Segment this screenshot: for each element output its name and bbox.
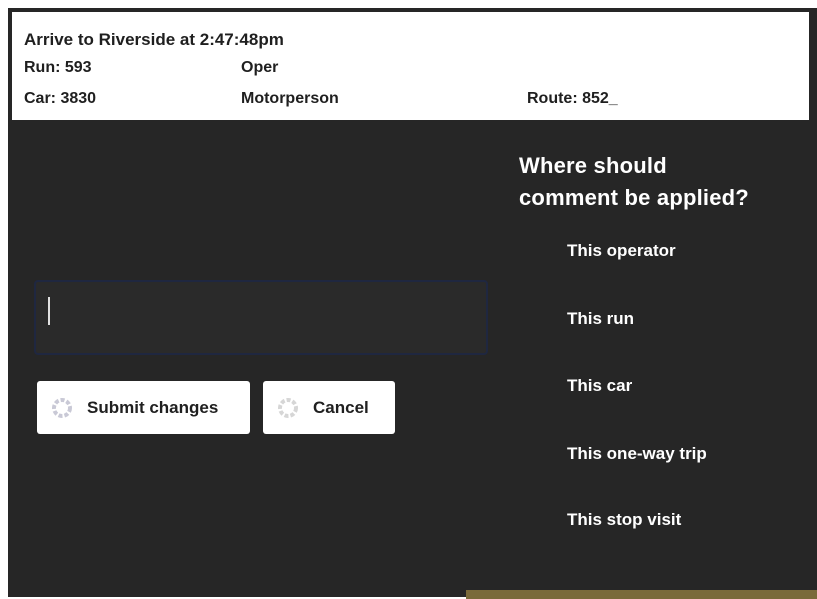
question-line-1: Where should: [519, 153, 667, 178]
operator-label: Oper: [241, 59, 279, 76]
route-label: Route: 852_: [527, 90, 618, 107]
apply-question: Where should comment be applied?: [519, 150, 809, 214]
car-label: Car: 3830: [24, 90, 97, 107]
header-row-1: Run: 593 Oper: [24, 59, 804, 81]
arrival-title: Arrive to Riverside at 2:47:48pm: [24, 30, 284, 49]
spinner-icon: [51, 397, 73, 419]
option-this-car[interactable]: This car: [567, 376, 632, 396]
question-line-2: comment be applied?: [519, 185, 749, 210]
trip-header: Arrive to Riverside at 2:47:48pm Run: 59…: [12, 12, 809, 120]
cancel-button[interactable]: Cancel: [263, 381, 395, 434]
bottom-strip: [466, 590, 817, 599]
comment-input[interactable]: [34, 280, 488, 355]
option-this-stop-visit[interactable]: This stop visit: [567, 510, 681, 530]
submit-changes-button[interactable]: Submit changes: [37, 381, 250, 434]
text-caret: [48, 297, 50, 325]
header-row-2: Car: 3830 Motorperson Route: 852_: [24, 90, 804, 112]
motorperson-label: Motorperson: [241, 90, 339, 107]
option-this-operator[interactable]: This operator: [567, 241, 676, 261]
option-this-one-way-trip[interactable]: This one-way trip: [567, 444, 707, 464]
spinner-icon: [277, 397, 299, 419]
cancel-label: Cancel: [313, 397, 369, 417]
run-label: Run: 593: [24, 59, 92, 76]
option-this-run[interactable]: This run: [567, 309, 634, 329]
submit-changes-label: Submit changes: [87, 397, 219, 417]
